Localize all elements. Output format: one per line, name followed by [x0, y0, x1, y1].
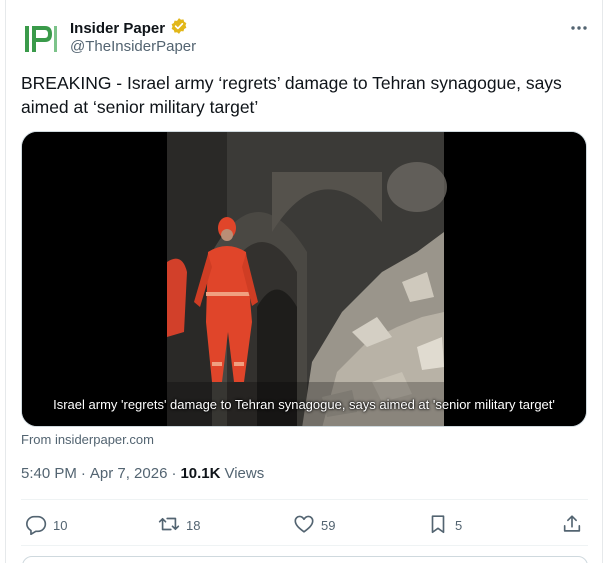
- repost-count: 18: [186, 517, 201, 533]
- views-label: Views: [224, 465, 265, 482]
- repost-icon: [158, 513, 180, 538]
- verified-badge-icon: [170, 17, 188, 40]
- meta-separator: ·: [171, 465, 177, 482]
- share-button[interactable]: [561, 512, 583, 538]
- repost-button[interactable]: 18: [158, 512, 200, 538]
- tweet-text: BREAKING - Israel army ‘regrets’ damage …: [21, 73, 562, 117]
- reply-button[interactable]: 10: [25, 512, 67, 538]
- tweet-time[interactable]: 5:40 PM: [21, 465, 77, 482]
- bookmark-count: 5: [455, 517, 463, 533]
- account-handle[interactable]: @TheInsiderPaper: [70, 38, 196, 55]
- tweet-meta: 5:40 PM · Apr 7, 2026 · 10.1K Views: [21, 465, 264, 482]
- like-count: 59: [321, 517, 336, 533]
- video-frame: [22, 132, 586, 426]
- reply-count: 10: [53, 517, 68, 533]
- source-link[interactable]: From insiderpaper.com: [21, 432, 154, 447]
- video-caption: Israel army 'regrets' damage to Tehran s…: [53, 397, 555, 412]
- heart-icon: [293, 513, 315, 538]
- account-name[interactable]: Insider Paper: [70, 20, 165, 37]
- divider: [21, 545, 588, 546]
- tweet-date[interactable]: Apr 7, 2026: [90, 465, 168, 482]
- meta-separator: ·: [80, 465, 86, 482]
- account-name-row: Insider Paper: [70, 17, 188, 40]
- avatar[interactable]: [21, 19, 61, 59]
- bookmark-button[interactable]: 5: [427, 512, 462, 538]
- views-count: 10.1K: [180, 465, 221, 482]
- video-player[interactable]: Israel army 'regrets' damage to Tehran s…: [21, 131, 587, 427]
- more-icon: [570, 18, 588, 36]
- divider: [21, 499, 588, 500]
- reply-icon: [25, 513, 47, 538]
- like-button[interactable]: 59: [293, 512, 335, 538]
- reply-composer[interactable]: [22, 556, 588, 563]
- more-options-button[interactable]: [568, 17, 590, 37]
- action-bar: 10 18 59 5: [21, 512, 588, 538]
- share-icon: [561, 513, 583, 538]
- bookmark-icon: [427, 513, 449, 538]
